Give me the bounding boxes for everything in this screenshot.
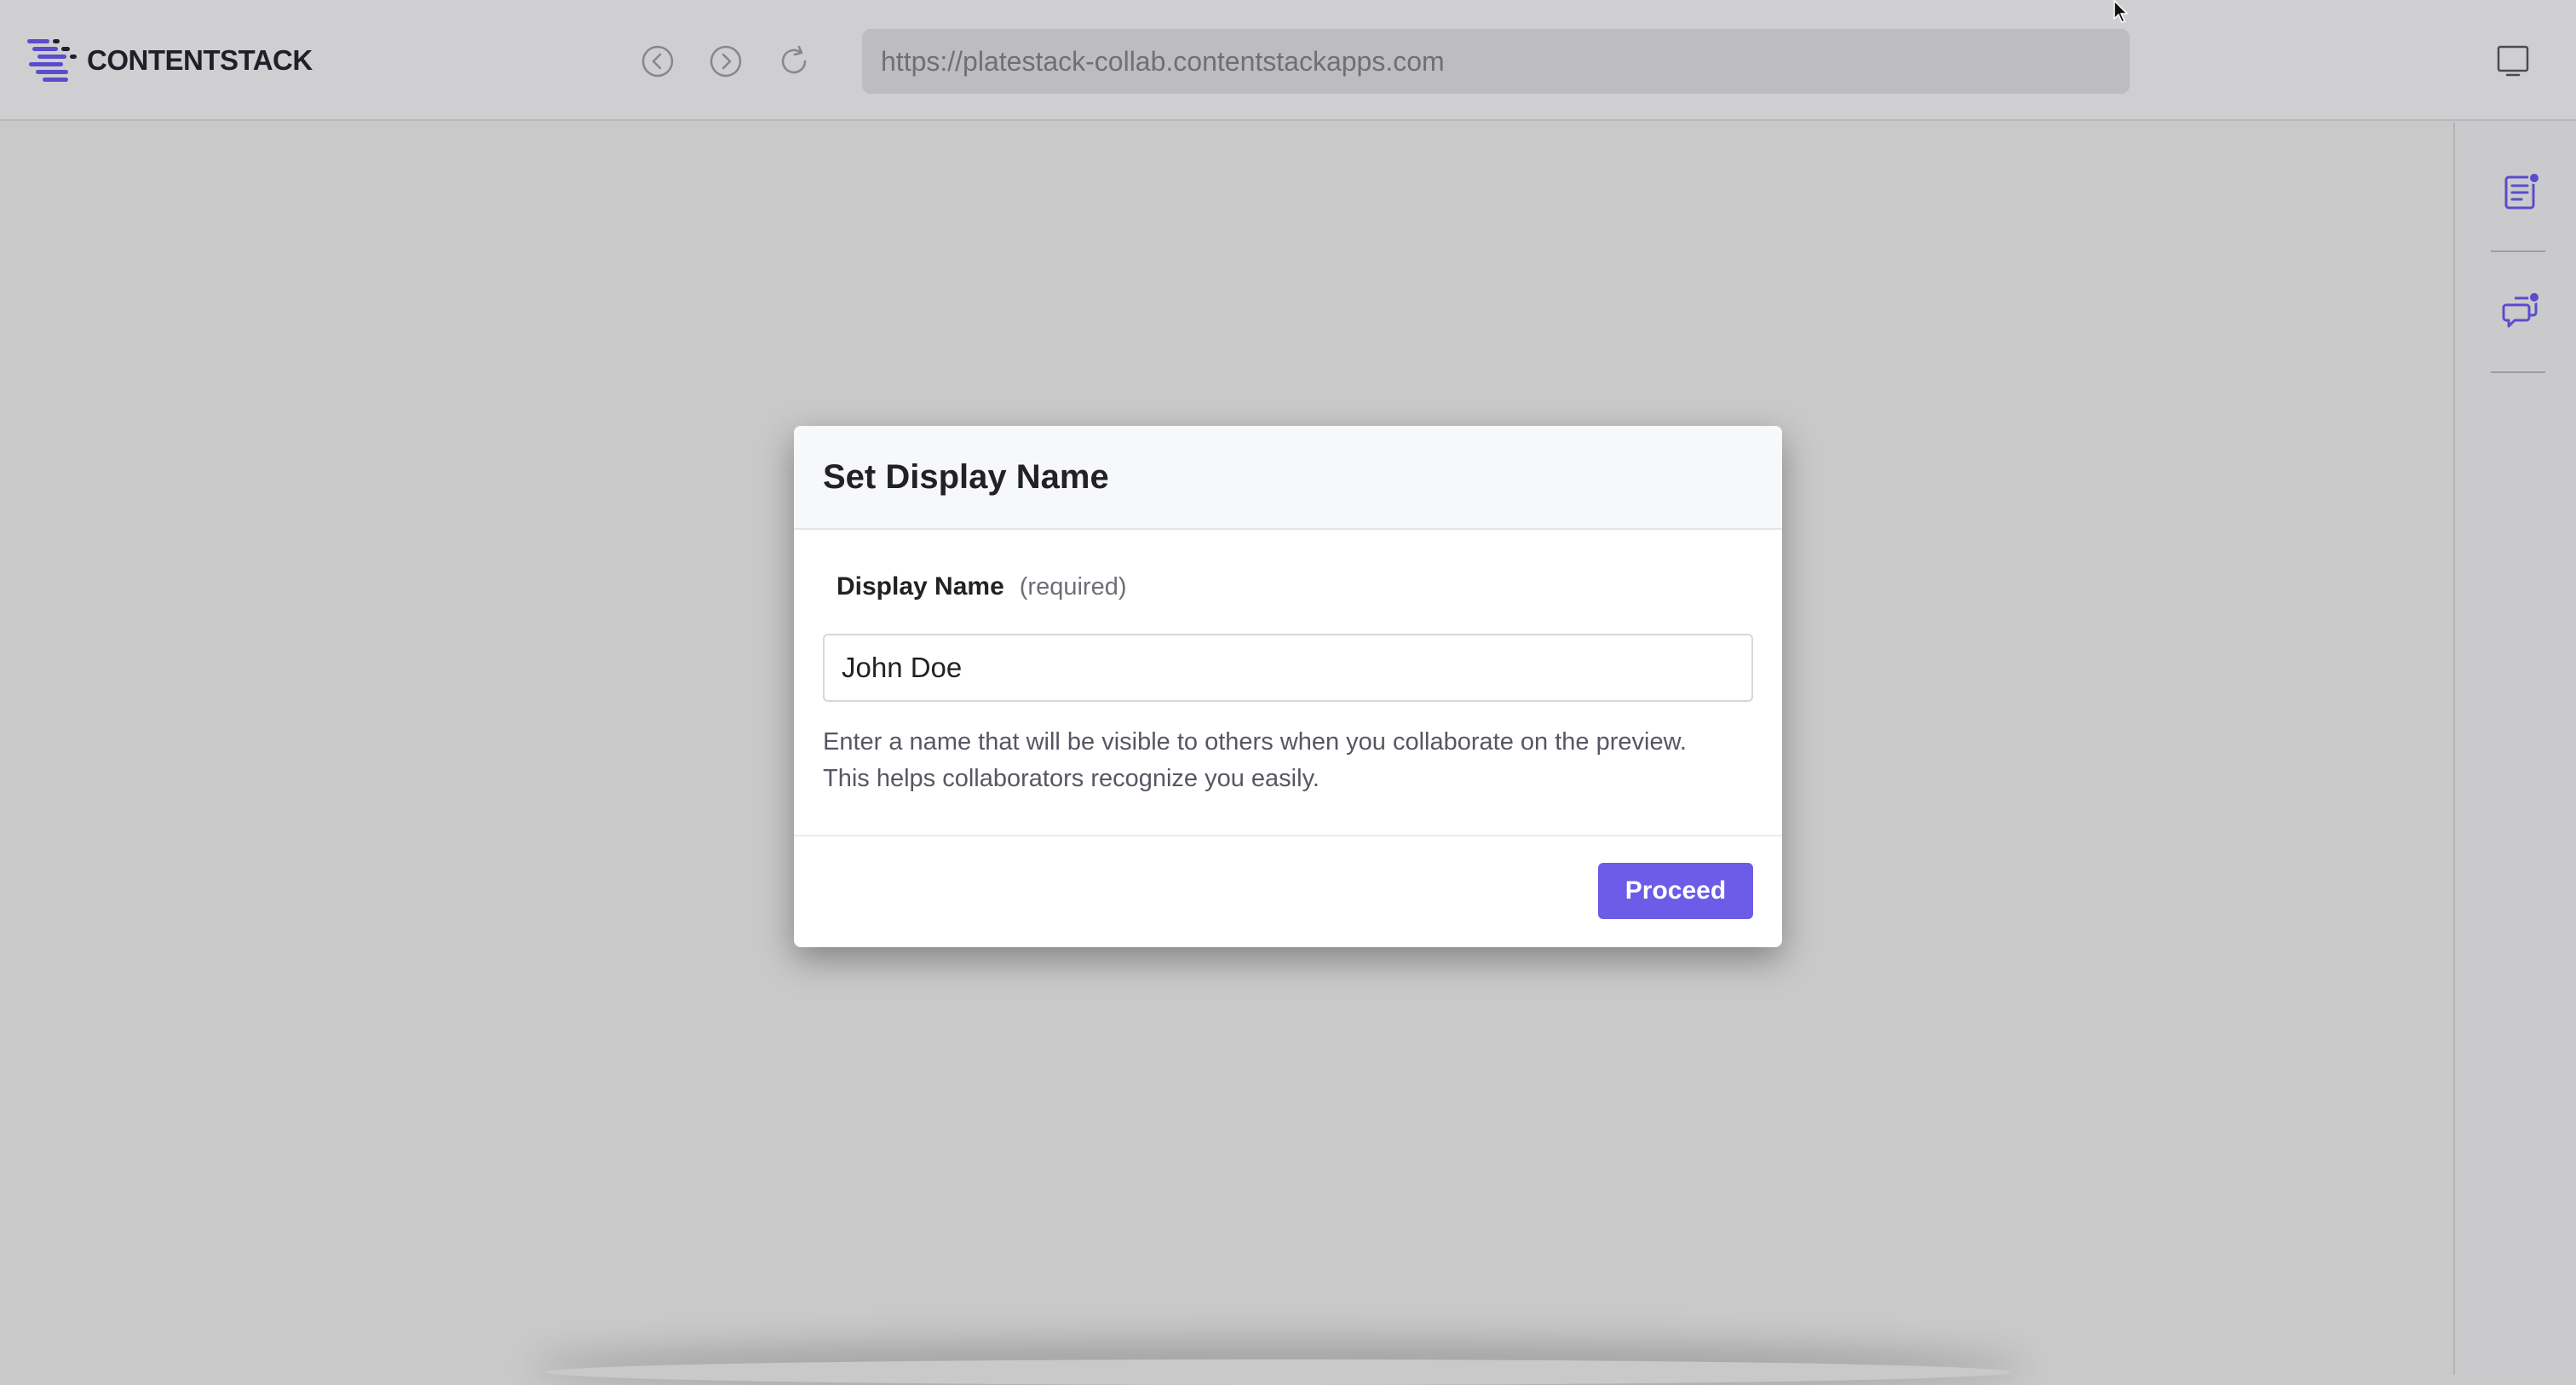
rail-divider <box>2491 371 2545 373</box>
mouse-cursor-icon <box>2113 0 2129 23</box>
brand-name: CONTENTSTACK <box>87 44 313 76</box>
help-text-line: Enter a name that will be visible to oth… <box>823 728 1687 756</box>
help-text-line: This helps collaborators recognize you e… <box>823 765 1320 792</box>
dialog-header: Set Display Name <box>794 426 1782 530</box>
forward-button[interactable] <box>709 44 743 78</box>
contentstack-logo-icon <box>27 39 77 82</box>
reload-icon <box>781 45 807 74</box>
brand-logo[interactable]: CONTENTSTACK <box>27 37 313 83</box>
notes-panel-button[interactable] <box>2499 170 2542 213</box>
rail-divider <box>2491 250 2545 252</box>
required-indicator: (required) <box>1019 573 1127 601</box>
notification-dot <box>2528 172 2540 184</box>
set-display-name-dialog: Set Display Name Display Name (required)… <box>794 426 1782 947</box>
forward-arrow-icon <box>710 45 742 78</box>
back-button[interactable] <box>641 44 675 78</box>
right-sidebar <box>2453 123 2576 1375</box>
page-shadow <box>545 1359 2010 1385</box>
top-bar: CONTENTSTACK https://platestack-collab.c… <box>0 0 2576 121</box>
url-bar[interactable]: https://platestack-collab.contentstackap… <box>862 29 2130 94</box>
notification-dot <box>2528 291 2540 303</box>
display-name-label: Display Name <box>837 572 1004 601</box>
reload-button[interactable] <box>777 44 811 78</box>
device-preview-button[interactable] <box>2496 44 2532 78</box>
dialog-body: Display Name (required) Enter a name tha… <box>794 530 1782 836</box>
field-label-row: Display Name (required) <box>823 572 1753 601</box>
display-name-input[interactable] <box>823 634 1753 702</box>
dialog-footer: Proceed <box>794 836 1782 945</box>
help-text: Enter a name that will be visible to oth… <box>823 724 1753 797</box>
comments-panel-button[interactable] <box>2499 290 2542 332</box>
dialog-title: Set Display Name <box>823 457 1109 496</box>
back-arrow-icon <box>641 45 674 78</box>
monitor-icon <box>2497 45 2529 77</box>
proceed-button[interactable]: Proceed <box>1598 863 1753 919</box>
